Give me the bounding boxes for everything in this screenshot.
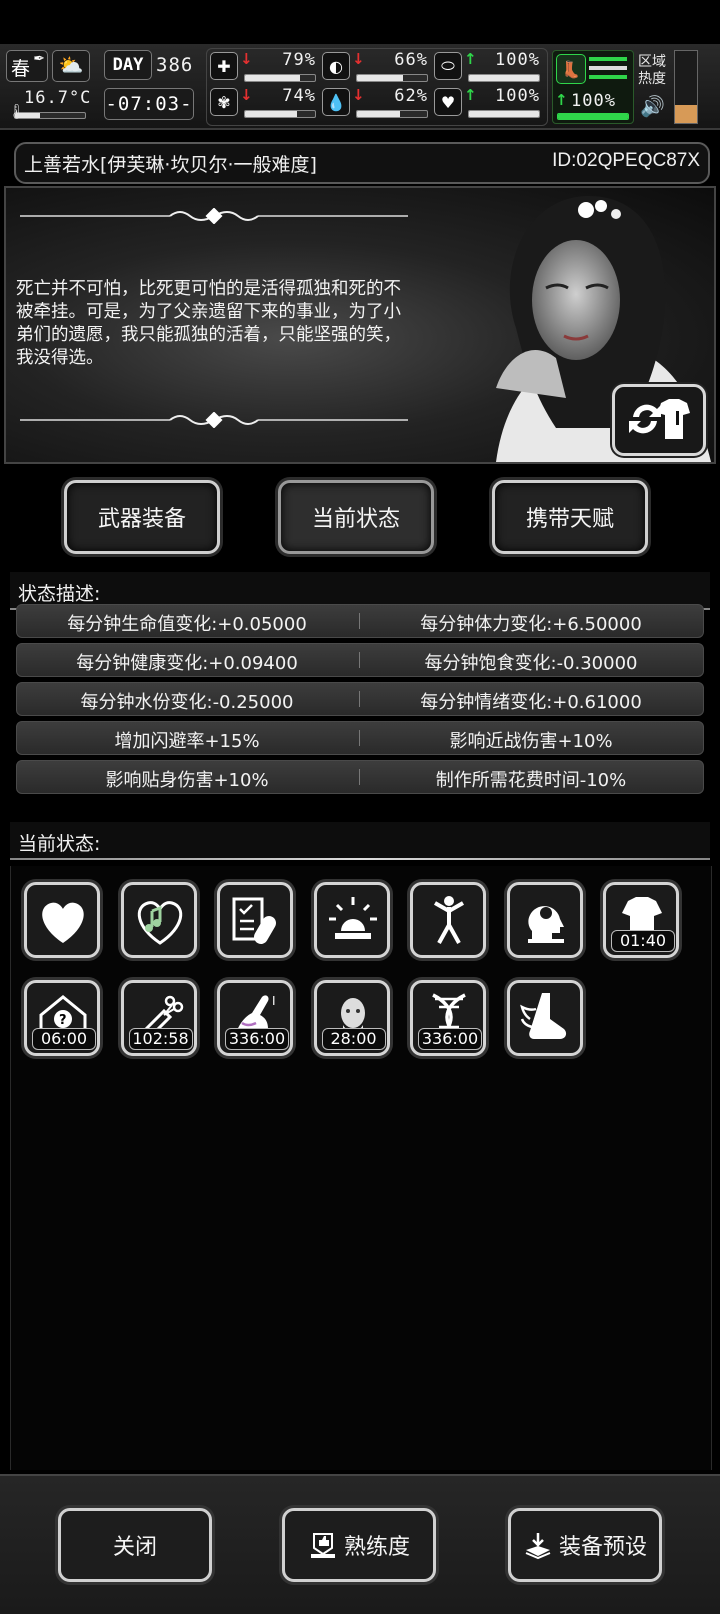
swap-outfit-button[interactable]	[612, 384, 706, 456]
day-label: DAY	[104, 50, 152, 80]
proficiency-icon	[310, 1533, 335, 1558]
status-timer: 336:00	[418, 1028, 482, 1050]
status-effect-button[interactable]	[313, 882, 390, 958]
status-effect-button[interactable]: 336:00	[410, 980, 486, 1056]
equip-preset-label: 装备预设	[558, 1535, 647, 1560]
status-effect-left: 增加闪避率+15%	[114, 731, 260, 752]
status-effect-right: 每分钟饱食变化:-0.30000	[424, 653, 638, 674]
current-status-title: 当前状态:	[18, 833, 101, 855]
svg-text:I: I	[272, 994, 276, 1008]
status-effect-row: 每分钟健康变化:+0.09400 每分钟饱食变化:-0.30000	[16, 643, 704, 677]
status-effect-row: 影响贴身伤害+10% 制作所需花费时间-10%	[16, 760, 704, 794]
status-effect-right: 每分钟情绪变化:+0.61000	[420, 692, 642, 713]
boot-icon: 👢	[556, 54, 586, 84]
character-id: ID:02QPEQC87X	[552, 150, 700, 171]
status-effect-button[interactable]	[217, 882, 293, 958]
status-timer: 28:00	[321, 1028, 386, 1050]
character-title-bar: 上善若水[伊芙琳·坎贝尔·一般难度] ID:02QPEQC87X	[14, 142, 710, 184]
head-profile-icon	[527, 906, 564, 943]
status-effect-left: 每分钟健康变化:+0.09400	[76, 653, 298, 674]
character-name: 上善若水[伊芙琳·坎贝尔·一般难度]	[24, 154, 317, 176]
row-divider	[359, 652, 360, 668]
status-effect-button[interactable]	[506, 882, 583, 958]
tab-carried-talents[interactable]: 携带天赋	[492, 480, 648, 554]
tab-current-status[interactable]: 当前状态	[278, 480, 434, 554]
close-button[interactable]: 关闭	[58, 1508, 212, 1582]
top-ornament	[20, 208, 408, 224]
status-timer: 06:00	[32, 1028, 96, 1050]
status-effect-row: 每分钟水份变化:-0.25000 每分钟情绪变化:+0.61000	[16, 682, 704, 716]
temperature-panel: 16.7°C 🌡	[8, 88, 92, 120]
status-effect-button[interactable]	[506, 980, 583, 1056]
portrait-panel: 死亡并不可怕，比死更可怕的是活得孤独和死的不被牵挂。可是，为了父亲遗留下来的事业…	[4, 186, 716, 464]
status-effect-button[interactable]: 01:40	[603, 882, 679, 958]
proficiency-button[interactable]: 熟练度	[282, 1508, 436, 1582]
current-status-heading: 当前状态:	[10, 822, 710, 860]
stamina-value: 100%	[571, 91, 616, 111]
equip-preset-button[interactable]: 装备预设	[508, 1508, 662, 1582]
clipboard-pill-icon	[232, 897, 276, 944]
status-effect-right: 制作所需花费时间-10%	[435, 770, 627, 791]
status-effect-button[interactable]	[120, 882, 197, 958]
bottom-ornament	[20, 412, 408, 428]
row-divider	[359, 769, 360, 785]
status-effect-left: 影响贴身伤害+10%	[105, 770, 269, 791]
stamina-trend-arrow: ↑	[555, 91, 568, 109]
status-timer: 01:40	[611, 930, 675, 952]
status-effect-left: 每分钟生命值变化:+0.05000	[67, 614, 307, 635]
stamina-line-3	[589, 75, 627, 79]
stretching-person-icon	[434, 896, 464, 944]
thermometer-icon: 🌡	[8, 104, 26, 120]
region-heat-fill	[675, 105, 697, 123]
region-heat-panel[interactable]: 区域 热度 🔊	[638, 50, 672, 122]
status-effect-button[interactable]: ? 06:00	[24, 980, 100, 1056]
feather-icon: ✒	[33, 51, 45, 67]
speaker-icon[interactable]: 🔊	[640, 94, 665, 118]
close-label: 关闭	[112, 1535, 157, 1560]
region-heat-meter	[674, 50, 698, 124]
status-effect-button[interactable]: I 336:00	[217, 980, 293, 1056]
stamina-bar	[557, 113, 629, 120]
season-tile: 春 ✒	[6, 50, 48, 82]
refresh-shirt-icon	[629, 399, 690, 439]
svg-text:?: ?	[59, 1013, 67, 1028]
row-divider	[359, 730, 360, 746]
stamina-panel: 👢 ↑ 100%	[552, 50, 634, 124]
status-effect-right: 影响近战伤害+10%	[449, 731, 613, 752]
day-number: 386	[156, 54, 194, 76]
bottom-bar: 关闭 熟练度 装备预设	[0, 1474, 720, 1614]
row-divider	[359, 691, 360, 707]
status-timer: 102:58	[128, 1028, 193, 1050]
row-divider	[359, 613, 360, 629]
status-effect-right: 每分钟体力变化:+6.50000	[420, 614, 642, 635]
music-heart-icon	[137, 901, 182, 945]
equip-preset-icon	[525, 1533, 551, 1560]
status-effect-button[interactable]	[410, 882, 486, 958]
wing-boot-icon	[519, 993, 566, 1039]
heart-icon	[42, 902, 84, 943]
season-label: 春	[11, 58, 31, 80]
status-effect-left: 每分钟水份变化:-0.25000	[80, 692, 294, 713]
stats-group	[206, 48, 548, 126]
tab-weapon-equipment[interactable]: 武器装备	[64, 480, 220, 554]
weather-partly-cloudy-icon: ⛅	[52, 50, 90, 82]
status-effect-button[interactable]: 28:00	[313, 980, 390, 1056]
status-effect-button[interactable]	[24, 882, 100, 958]
top-hud: 春 ✒ ⛅ 16.7°C 🌡 DAY 386 -07:03- ✚ ↓ 79% ◐ ↓ 66…	[0, 44, 720, 130]
proficiency-label: 熟练度	[343, 1535, 410, 1560]
clock-display: -07:03-	[104, 88, 194, 120]
status-effect-button[interactable]: 102:58	[120, 980, 197, 1056]
character-quote: 死亡并不可怕，比死更可怕的是活得孤独和死的不被牵挂。可是，为了父亲遗留下来的事业…	[16, 279, 401, 368]
stamina-line-1	[589, 57, 627, 61]
alarm-light-icon	[328, 897, 377, 939]
status-effect-row: 每分钟生命值变化:+0.05000 每分钟体力变化:+6.50000	[16, 604, 704, 638]
status-desc-title: 状态描述:	[18, 583, 101, 605]
region-heat-label: 区域 热度	[638, 54, 666, 87]
temperature-value: 16.7°C	[24, 88, 92, 108]
stamina-line-2	[589, 66, 627, 70]
status-timer: 336:00	[225, 1028, 289, 1050]
status-effect-row: 增加闪避率+15% 影响近战伤害+10%	[16, 721, 704, 755]
